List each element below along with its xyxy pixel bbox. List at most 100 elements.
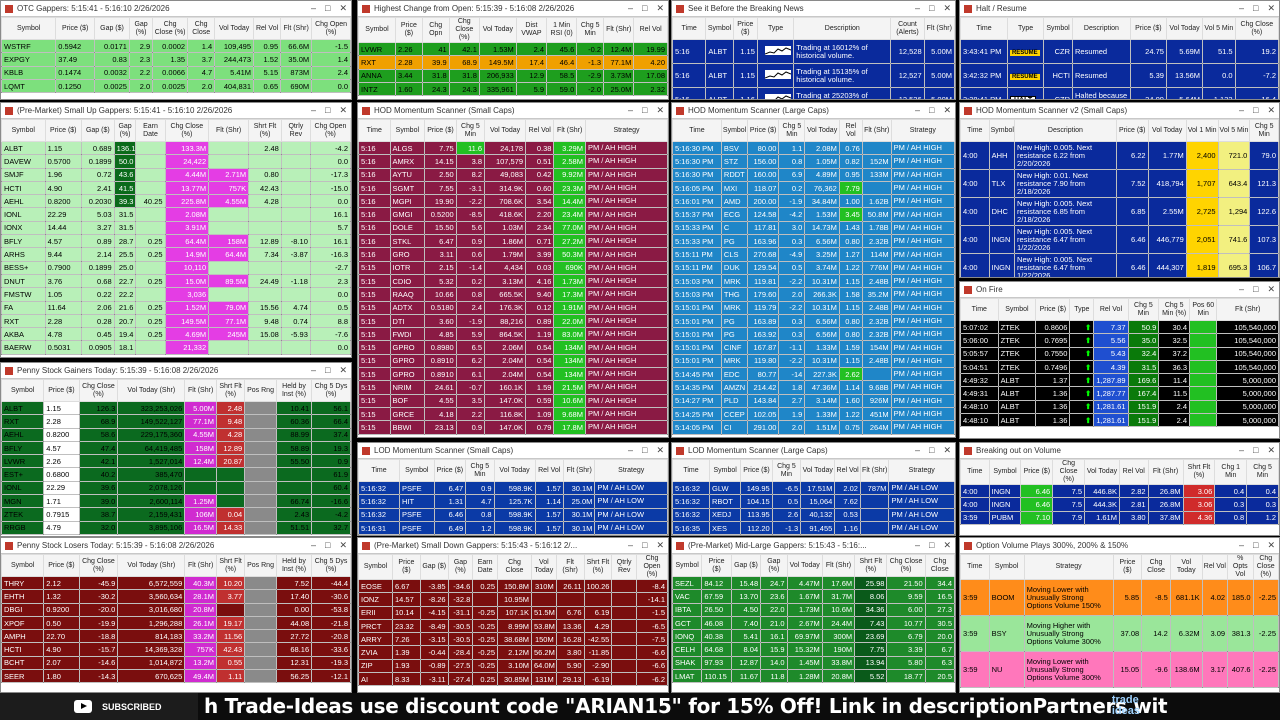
column-header[interactable]: Chg Open (%) <box>309 119 351 142</box>
table-row[interactable]: 5:15 CDIO 5.32 0.2 3.13M 4.16 1.73M PM / AH HIG… <box>358 273 668 289</box>
close-icon[interactable]: ✕ <box>656 105 664 116</box>
column-header[interactable]: Chg 5 Min <box>1127 298 1160 321</box>
window-hodlg[interactable]: HOD Momentum Scanner (Large Caps) – □ ✕ Time… <box>671 102 956 438</box>
table-row[interactable]: IONL 22.29 5.03 31.5 2.08M 16.1 <box>1 207 351 222</box>
close-icon[interactable]: ✕ <box>1267 445 1275 456</box>
table-row[interactable]: IONL 22.29 39.6 2,078,126 60.4 <box>1 480 351 496</box>
table-row[interactable]: IONX 14.44 3.27 31.5 3.91M 5.7 <box>1 220 351 236</box>
column-header[interactable]: Gap ($) <box>94 17 130 40</box>
column-header[interactable]: Pos Rng <box>244 554 277 577</box>
close-icon[interactable]: ✕ <box>656 3 664 14</box>
window-bov[interactable]: Breaking out on Volume – □ ✕ Time Symbol Price… <box>959 442 1280 536</box>
window-titlebar[interactable]: HOD Momentum Scanner v2 (Small Caps) – □ ✕ <box>960 103 1279 119</box>
minimize-icon[interactable]: – <box>311 105 316 116</box>
window-otc[interactable]: OTC Gappers: 5:15:41 - 5:16:10 2/26/2026… <box>0 0 352 100</box>
column-header[interactable]: Chg 1 Min <box>1214 459 1248 485</box>
table-row[interactable]: 5:16 GMGI 0.5200 -8.5 418.6K 2.20 23.4M PM / AH… <box>358 207 668 222</box>
column-header[interactable]: Chg Close (%) <box>78 554 119 577</box>
window-pmsug[interactable]: (Pre-Market) Small Up Gappers: 5:15:41 -… <box>0 102 352 358</box>
column-header[interactable]: Chg Close <box>1141 554 1171 580</box>
table-row[interactable]: EST+ 0.6800 40.2 385,470 61.9 <box>1 467 351 482</box>
column-header[interactable]: Vol Today (Shr) <box>117 379 186 402</box>
table-row[interactable]: ZIP 1.93 -0.89 -27.5 -0.25 3.10M 64.0M 5.90 -2.9… <box>358 658 668 674</box>
table-row[interactable]: VAC 67.59 13.70 23.6 1.67M 31.7M 8.06 9.59 16.5 <box>672 589 955 604</box>
column-header[interactable]: Chg 5 Min <box>576 17 605 43</box>
table-row[interactable]: 5:16 ALBT 1.15 Trading at 16012% of histori… <box>672 39 955 64</box>
table-row[interactable]: LVWR 2.26 41 42.1 1.53M 2.4 45.6 -0.2 12.4M 19.99 <box>358 41 668 57</box>
window-titlebar[interactable]: LOD Momentum Scanner (Large Caps) – □ ✕ <box>672 443 955 459</box>
column-header[interactable]: Gap (%) <box>760 554 788 577</box>
column-header[interactable]: Vol Today <box>1165 17 1204 40</box>
column-header[interactable]: Vol Today <box>786 554 823 577</box>
table-row[interactable]: RRGB 4.79 32.0 3,895,106 16.5M 14.33 51.51 32.7 <box>1 520 351 535</box>
column-header[interactable]: Type <box>1069 298 1095 321</box>
column-header[interactable]: Price ($) <box>394 17 423 43</box>
subscribe-badge[interactable]: SUBSCRIBED <box>0 693 198 720</box>
column-header[interactable]: Chg 5 Min <box>1249 119 1279 142</box>
table-row[interactable]: 4:48:10 ALBT 1.36 ⬆ 1,281.61 151.9 2.4 5,000,00… <box>960 399 1279 415</box>
table-row[interactable]: 5:16 ALBT 1.15 Trading at 15135% of histori… <box>672 63 955 88</box>
window-titlebar[interactable]: See it Before the Breaking News – □ ✕ <box>672 1 955 17</box>
column-header[interactable]: Flt (Shr) <box>184 379 217 402</box>
column-header[interactable]: Time <box>960 459 990 485</box>
table-row[interactable]: 3:59 BOOM Moving Lower with Unusually Stro… <box>960 579 1279 616</box>
table-row[interactable]: 4:00 INGN New High: 0.005. Next resistance… <box>960 225 1279 254</box>
column-header[interactable]: Gap (%) <box>128 17 154 40</box>
maximize-icon[interactable]: □ <box>325 105 330 116</box>
window-onfire[interactable]: On Fire – □ ✕ Time Symbol Price ($) Type Rel Vol… <box>959 281 1280 439</box>
column-header[interactable]: Time <box>960 554 990 580</box>
column-header[interactable]: Symbol <box>1 554 45 577</box>
column-header[interactable]: Dist VWAP <box>515 17 548 43</box>
close-icon[interactable]: ✕ <box>1267 284 1275 295</box>
column-header[interactable]: Chg 5 Min <box>1246 459 1279 485</box>
table-row[interactable]: HCTI 4.90 2.41 41.5 13.77M 757K 42.43 -15.0 <box>1 180 351 196</box>
table-row[interactable]: BFLY 4.57 0.89 28.7 0.25 64.4M 158M 12.89 -8.10 1… <box>1 234 351 249</box>
table-row[interactable]: 5:07:02 ZTEK 0.8606 ⬆ 7.37 50.9 30.4 105,540,00… <box>960 319 1279 335</box>
column-header[interactable]: Price ($) <box>43 379 80 402</box>
column-header[interactable]: Shrt Flt (%) <box>854 554 888 577</box>
table-row[interactable]: PRCT 23.32 -8.49 -30.5 -0.25 8.99M 53.8M 13.36 4… <box>358 618 668 634</box>
column-header[interactable]: % Opts Vol <box>1227 554 1254 580</box>
window-titlebar[interactable]: HOD Momentum Scanner (Small Caps) – □ ✕ <box>358 103 668 119</box>
column-header[interactable]: Chg Close (%) <box>1234 17 1279 40</box>
column-header[interactable]: Chg Close <box>924 554 955 577</box>
column-header[interactable]: Chg Close (%) <box>164 119 210 142</box>
column-header[interactable]: Price ($) <box>1115 119 1149 142</box>
table-row[interactable]: SMJF 1.96 0.72 43.6 4.44M 2.71M 0.80 -17.3 <box>1 167 351 182</box>
minimize-icon[interactable]: – <box>1239 540 1244 551</box>
column-header[interactable]: Pos 60 Min <box>1189 298 1218 321</box>
column-header[interactable]: Symbol <box>398 459 435 482</box>
table-row[interactable]: SEER 1.80 -14.3 670,625 49.4M 1.11 56.25 -12.1 <box>1 669 351 684</box>
table-row[interactable]: 5:15 ADTX 0.5180 2.4 176.3K 0.12 1.91M PM / AH … <box>358 300 668 315</box>
column-header[interactable]: Gap (%) <box>113 119 137 142</box>
column-header[interactable]: Flt (Shr) <box>562 459 596 482</box>
column-header[interactable]: Flt (Shr) <box>184 554 217 577</box>
table-row[interactable]: 5:15 DTI 3.60 -1.9 88,216 0.89 22.0M PM / AH HI… <box>358 313 668 329</box>
table-row[interactable]: 5:14:35 PM AMZN 214.42 1.8 47.36M 1.14 9.68B PM… <box>672 380 955 395</box>
window-pmsdg[interactable]: (Pre-Market) Small Down Gappers: 5:15:43… <box>357 537 669 693</box>
table-row[interactable]: 5:16 MGPI 19.90 -2.2 708.6K 3.54 14.4M PM / AH … <box>358 194 668 209</box>
column-header[interactable]: Rel Vol <box>838 119 863 142</box>
table-row[interactable]: THRY 2.12 -45.9 6,572,559 40.3M 10.20 7.52 -44.… <box>1 575 351 591</box>
column-header[interactable]: Strategy <box>594 459 668 482</box>
column-header[interactable]: Qtrly Rev <box>611 554 638 580</box>
table-row[interactable]: 5:16 AYTU 2.50 8.2 49,083 0.42 9.92M PM / AH HI… <box>358 167 668 182</box>
column-header[interactable]: Held by Inst (%) <box>275 554 313 577</box>
maximize-icon[interactable]: □ <box>929 445 934 456</box>
close-icon[interactable]: ✕ <box>339 105 347 116</box>
column-header[interactable]: Price ($) <box>740 459 773 482</box>
column-header[interactable]: Strategy <box>890 119 955 142</box>
column-header[interactable]: Chg Close <box>497 554 532 580</box>
column-header[interactable]: Flt (Shr) <box>1216 298 1279 321</box>
table-row[interactable]: 5:06:00 ZTEK 0.7695 ⬆ 5.56 35.0 32.5 105,540,00… <box>960 333 1279 348</box>
close-icon[interactable]: ✕ <box>656 540 664 551</box>
column-header[interactable]: Symbol <box>1043 17 1073 40</box>
minimize-icon[interactable]: – <box>311 365 316 376</box>
column-header[interactable]: 1 Min RSI (0) <box>546 17 578 43</box>
column-header[interactable]: Chg 5 Dys (%) <box>311 554 351 577</box>
column-header[interactable]: Chg Opn <box>421 17 450 43</box>
column-header[interactable]: Symbol <box>389 119 426 142</box>
column-header[interactable]: Chg 5 Min <box>465 459 495 482</box>
column-header[interactable]: Rel Vol <box>534 459 564 482</box>
column-header[interactable]: Vol 5 Min <box>1202 17 1236 40</box>
